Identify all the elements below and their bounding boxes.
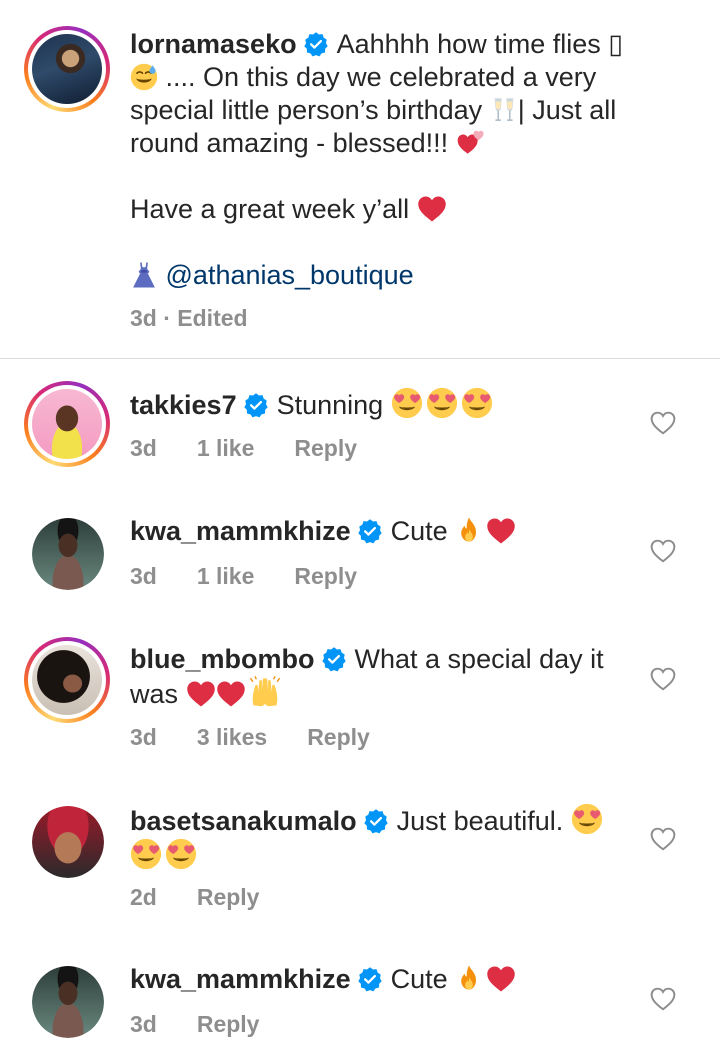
red-heart-emoji-icon xyxy=(216,680,246,708)
heart-eyes-emoji-icon xyxy=(461,387,493,419)
reply-button[interactable]: Reply xyxy=(197,1011,260,1037)
comment-time: 3d xyxy=(130,1011,157,1037)
like-heart-icon[interactable] xyxy=(650,411,676,435)
comment-4-body: Just beautiful. xyxy=(396,806,564,836)
comment-5-text: kwa_mammkhize Cute xyxy=(130,963,670,996)
comment-4-username[interactable]: basetsanakumalo xyxy=(130,806,357,836)
caption-line-5: Have a great week y’all xyxy=(130,194,410,224)
reply-button[interactable]: Reply xyxy=(307,724,370,750)
verified-icon xyxy=(303,31,329,57)
verified-icon xyxy=(363,808,389,834)
dress-emoji-icon xyxy=(130,261,158,289)
comment-3-body: What a special day it xyxy=(354,644,604,674)
comment-1-meta: 3d 1 like Reply xyxy=(130,435,397,462)
avatar-takkies7[interactable] xyxy=(24,381,110,467)
avatar-blue-mbombo[interactable] xyxy=(24,637,110,723)
red-heart-emoji-icon xyxy=(486,965,516,993)
fire-emoji-icon xyxy=(455,963,483,993)
unsupported-glyph: ▯ xyxy=(608,29,624,59)
caption-line-3: special little person’s birthday xyxy=(130,95,483,125)
reply-button[interactable]: Reply xyxy=(197,884,260,910)
avatar-basetsanakumalo[interactable] xyxy=(32,806,104,878)
verified-icon xyxy=(243,392,269,418)
caption-username[interactable]: lornamaseko xyxy=(130,29,297,59)
red-heart-emoji-icon xyxy=(486,517,516,545)
comment-3-text: blue_mbombo What a special day it was xyxy=(130,643,670,711)
avatar-kwa-mammkhize[interactable] xyxy=(32,518,104,590)
champagne-emoji-icon xyxy=(490,96,518,124)
post-caption: lornamaseko Aahhhh how time flies ▯ .... … xyxy=(0,0,720,358)
reply-button[interactable]: Reply xyxy=(294,435,357,461)
comment-1-text: takkies7 Stunning xyxy=(130,387,670,422)
reply-button[interactable]: Reply xyxy=(294,563,357,589)
red-heart-emoji-icon xyxy=(186,680,216,708)
verified-icon xyxy=(357,966,383,992)
comment-2-username[interactable]: kwa_mammkhize xyxy=(130,516,351,546)
raising-hands-emoji-icon xyxy=(249,676,281,708)
comment-likes[interactable]: 1 like xyxy=(197,435,255,461)
comment-1-username[interactable]: takkies7 xyxy=(130,390,237,420)
heart-eyes-emoji-icon xyxy=(130,838,162,870)
caption-meta: 3d · Edited xyxy=(130,305,248,332)
comment-likes[interactable]: 3 likes xyxy=(197,724,267,750)
verified-icon xyxy=(321,646,347,672)
like-heart-icon[interactable] xyxy=(650,539,676,563)
meta-separator: · xyxy=(163,305,171,331)
caption-line-3-after: | Just all xyxy=(517,95,617,125)
sweat-smile-emoji-icon xyxy=(130,63,158,91)
caption-line-2: .... On this day we celebrated a very xyxy=(165,62,597,92)
comment-2-text: kwa_mammkhize Cute xyxy=(130,515,670,548)
caption-time: 3d xyxy=(130,305,157,331)
heart-eyes-emoji-icon xyxy=(165,838,197,870)
comment-time: 3d xyxy=(130,724,157,750)
comment-2-body: Cute xyxy=(390,516,448,546)
caption-line-4: round amazing - blessed!!! xyxy=(130,128,449,158)
comment-5-body: Cute xyxy=(390,964,448,994)
comment-3-body-2: was xyxy=(130,679,179,709)
caption-line-1: Aahhhh how time flies xyxy=(336,29,601,59)
like-heart-icon[interactable] xyxy=(650,987,676,1011)
mention-link[interactable]: @athanias_boutique xyxy=(166,260,414,290)
verified-icon xyxy=(357,518,383,544)
comment-time: 3d xyxy=(130,435,157,461)
red-heart-emoji-icon xyxy=(417,195,447,223)
like-heart-icon[interactable] xyxy=(650,667,676,691)
comment-time: 3d xyxy=(130,563,157,589)
comment-time: 2d xyxy=(130,884,157,910)
comment-2-meta: 3d 1 like Reply xyxy=(130,563,397,590)
heart-eyes-emoji-icon xyxy=(571,803,603,835)
heart-eyes-emoji-icon xyxy=(391,387,423,419)
fire-emoji-icon xyxy=(455,515,483,545)
avatar-kwa-mammkhize[interactable] xyxy=(32,966,104,1038)
heart-eyes-emoji-icon xyxy=(426,387,458,419)
avatar-lornamaseko[interactable] xyxy=(24,26,110,112)
like-heart-icon[interactable] xyxy=(650,827,676,851)
comment-1-body: Stunning xyxy=(276,390,384,420)
comment-likes[interactable]: 1 like xyxy=(197,563,255,589)
comment-4-text: basetsanakumalo Just beautiful. xyxy=(130,803,670,873)
comment-5-username[interactable]: kwa_mammkhize xyxy=(130,964,351,994)
caption-text: lornamaseko Aahhhh how time flies ▯ .... … xyxy=(130,28,670,292)
comment-4-meta: 2d Reply xyxy=(130,884,299,911)
comment-3-meta: 3d 3 likes Reply xyxy=(130,724,410,751)
caption-divider xyxy=(0,358,720,359)
caption-edited: Edited xyxy=(177,305,248,331)
two-hearts-emoji-icon xyxy=(456,127,486,157)
comment-3-username[interactable]: blue_mbombo xyxy=(130,644,315,674)
